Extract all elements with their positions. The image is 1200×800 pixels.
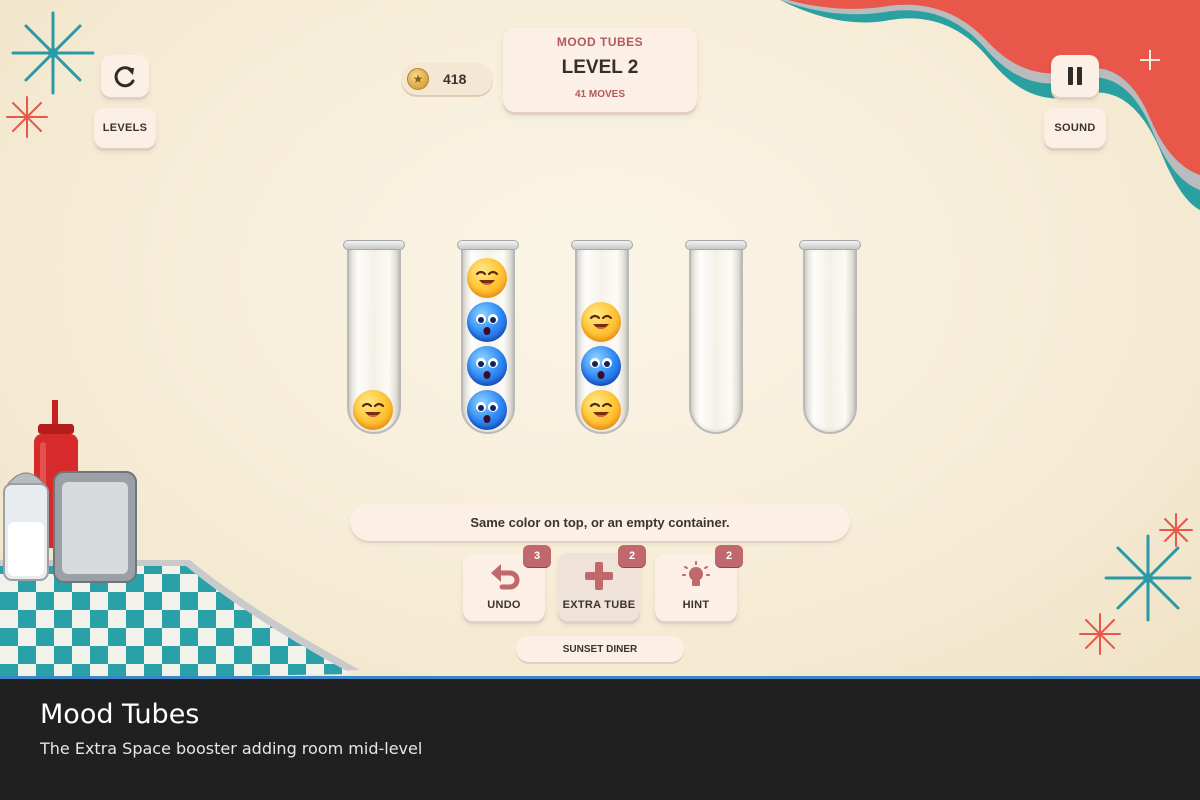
moves-counter: 41 MOVES	[574, 89, 626, 100]
starburst-decoration	[1159, 513, 1193, 547]
tube-5[interactable]	[799, 240, 861, 436]
caption-title: Mood Tubes	[40, 699, 200, 730]
retro-wave-decoration	[780, 0, 1200, 210]
game-title: MOOD TUBES	[556, 35, 644, 49]
yellow-emoji-ball	[353, 390, 393, 430]
levels-label: LEVELS	[102, 122, 148, 134]
undo-button[interactable]: UNDO 3	[463, 545, 551, 621]
sound-label: SOUND	[1054, 122, 1096, 134]
hint-button[interactable]: HINT 2	[655, 545, 743, 621]
tube-rim	[799, 240, 861, 250]
lightbulb-icon	[682, 561, 710, 586]
yellow-emoji-ball	[467, 258, 507, 298]
tube-contents	[695, 260, 737, 432]
coin-counter: ★ 418	[401, 63, 493, 95]
napkin-holder-decoration	[53, 471, 137, 583]
undo-count-badge: 3	[523, 545, 551, 567]
extra-tube-label: EXTRA TUBE	[562, 599, 636, 611]
starburst-decoration	[6, 96, 48, 138]
starburst-decoration	[1079, 613, 1121, 655]
tube-contents	[467, 258, 509, 432]
theme-name-pill[interactable]: SUNSET DINER	[516, 636, 684, 662]
hint-count-badge: 2	[715, 545, 743, 567]
plus-icon	[585, 562, 613, 590]
blue-emoji-ball	[467, 390, 507, 430]
tube-contents	[581, 260, 623, 432]
rule-hint-bar: Same color on top, or an empty container…	[350, 503, 850, 541]
undo-arrow-icon	[491, 564, 520, 590]
tube-2[interactable]	[457, 240, 519, 436]
levels-button[interactable]: LEVELS	[94, 108, 156, 148]
caption-subtitle: The Extra Space booster adding room mid-…	[40, 739, 423, 758]
restart-button[interactable]	[101, 55, 149, 97]
extra-tube-count-badge: 2	[618, 545, 646, 567]
salt-shaker-decoration	[3, 472, 49, 581]
sound-button[interactable]: SOUND	[1044, 108, 1106, 148]
level-title: LEVEL 2	[561, 57, 639, 78]
tube-rim	[457, 240, 519, 250]
starburst-decoration	[11, 11, 95, 95]
tube-contents	[353, 260, 395, 432]
caption-bar: Mood Tubes The Extra Space booster addin…	[0, 676, 1200, 800]
tube-3[interactable]	[571, 240, 633, 436]
tube-4[interactable]	[685, 240, 747, 436]
pause-icon	[1068, 67, 1082, 85]
yellow-emoji-ball	[581, 390, 621, 430]
restart-icon	[114, 66, 135, 88]
coin-count: 418	[443, 71, 467, 87]
tube-rim	[685, 240, 747, 250]
blue-emoji-ball	[581, 346, 621, 386]
blue-emoji-ball	[467, 302, 507, 342]
pause-button[interactable]	[1051, 55, 1099, 97]
hint-label: HINT	[682, 599, 710, 611]
level-info-panel: MOOD TUBES LEVEL 2 41 MOVES	[503, 28, 697, 112]
undo-label: UNDO	[487, 599, 521, 611]
coin-icon: ★	[407, 68, 429, 90]
tube-rim	[343, 240, 405, 250]
yellow-emoji-ball	[581, 302, 621, 342]
game-screen: LEVELS ★ 418 MOOD TUBES LEVEL 2 41 MOVES…	[0, 0, 1200, 676]
tube-contents	[809, 260, 851, 432]
tube-1[interactable]	[343, 240, 405, 436]
extra-tube-button[interactable]: EXTRA TUBE 2	[558, 545, 646, 621]
tube-rim	[571, 240, 633, 250]
blue-emoji-ball	[467, 346, 507, 386]
